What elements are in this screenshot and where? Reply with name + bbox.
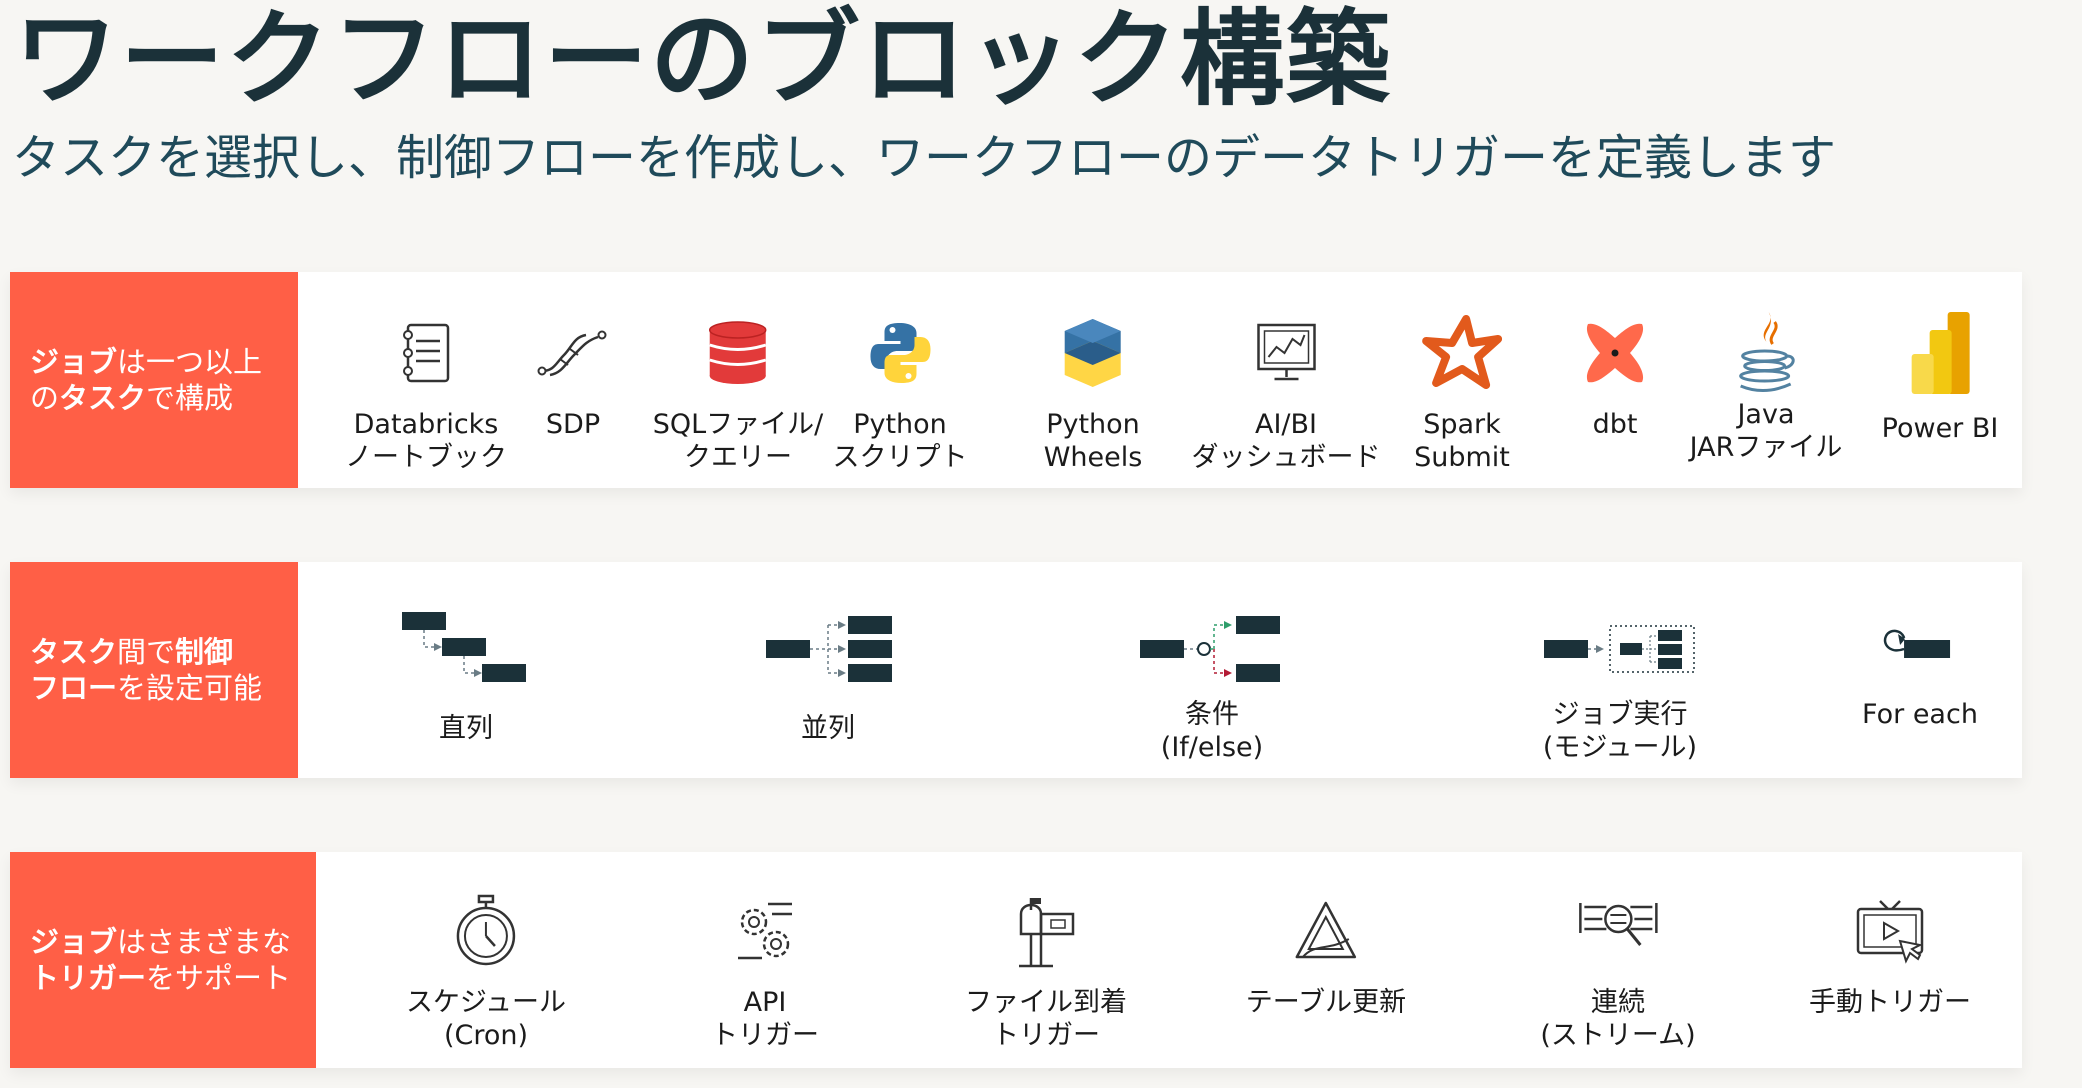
task-caption: Spark Submit xyxy=(1414,409,1510,473)
powerbi-icon xyxy=(1895,308,1985,398)
trigger-table-update[interactable]: テーブル更新 xyxy=(1246,852,1406,1068)
database-icon xyxy=(693,308,783,398)
task-python-wheels[interactable]: Python Wheels xyxy=(1043,272,1143,488)
flow-caption: ジョブ実行 (モジュール) xyxy=(1542,699,1698,763)
task-caption: Python スクリプト xyxy=(832,409,968,473)
task-aibi-dashboard[interactable]: AI/BI ダッシュボード xyxy=(1192,272,1381,488)
task-caption: Databricks ノートブック xyxy=(345,409,507,473)
control-flow-row-label: タスク間で制御 フローを設定可能 xyxy=(10,562,298,778)
notebook-icon xyxy=(381,308,471,398)
task-caption: Python Wheels xyxy=(1043,409,1143,473)
task-sdp[interactable]: SDP xyxy=(528,272,618,488)
trigger-api[interactable]: API トリガー xyxy=(711,852,819,1068)
run-job-icon xyxy=(1540,608,1700,688)
task-python-script[interactable]: Python スクリプト xyxy=(833,272,968,488)
trigger-manual[interactable]: 手動トリガー xyxy=(1809,852,1971,1068)
triggers-row-label: ジョブはさまざまな トリガーをサポート xyxy=(10,852,316,1068)
tasks-row-label: ジョブは一つ以上 のタスクで構成 xyxy=(10,272,298,488)
manual-trigger-icon xyxy=(1845,886,1935,976)
flow-run-job[interactable]: ジョブ実行 (モジュール) xyxy=(1540,562,1700,778)
api-gears-icon xyxy=(720,886,810,976)
spark-star-icon xyxy=(1417,308,1507,398)
trigger-caption: 連続 (ストリーム) xyxy=(1540,987,1696,1051)
flow-for-each[interactable]: For each xyxy=(1862,562,1978,778)
task-databricks-notebook[interactable]: Databricks ノートブック xyxy=(345,272,507,488)
trigger-schedule[interactable]: スケジュール (Cron) xyxy=(406,852,566,1068)
dashboard-icon xyxy=(1241,308,1331,398)
task-caption: dbt xyxy=(1592,409,1638,440)
page-subtitle: タスクを選択し、制御フローを作成し、ワークフローのデータトリガーを定義します xyxy=(12,130,1837,186)
pipeline-icon xyxy=(528,308,618,398)
python-wheel-icon xyxy=(1048,308,1138,398)
task-caption: Java JARファイル xyxy=(1689,399,1843,463)
sequential-flow-icon xyxy=(396,608,536,688)
triggers-row: ジョブはさまざまな トリガーをサポート スケジュール (Cron) API トリガー… xyxy=(10,852,2022,1068)
stream-icon xyxy=(1570,886,1666,976)
trigger-caption: 手動トリガー xyxy=(1809,987,1971,1018)
task-dbt[interactable]: dbt xyxy=(1570,272,1660,488)
task-caption: AI/BI ダッシュボード xyxy=(1191,409,1381,473)
task-spark-submit[interactable]: Spark Submit xyxy=(1414,272,1510,488)
trigger-file-arrival[interactable]: ファイル到着 トリガー xyxy=(965,852,1127,1068)
conditional-flow-icon xyxy=(1132,608,1292,688)
flow-parallel[interactable]: 並列 xyxy=(758,562,898,778)
parallel-flow-icon xyxy=(758,608,898,688)
stopwatch-icon xyxy=(441,886,531,976)
python-logo-icon xyxy=(855,308,945,398)
dbt-icon xyxy=(1570,308,1660,398)
task-caption: Power BI xyxy=(1881,413,1999,444)
task-caption: SDP xyxy=(545,409,601,440)
control-flow-row: タスク間で制御 フローを設定可能 直列 並列 条件 (If/else) ジョブ実行… xyxy=(10,562,2022,778)
task-sql-file[interactable]: SQLファイル/クエリー xyxy=(652,272,824,488)
flow-conditional[interactable]: 条件 (If/else) xyxy=(1132,562,1292,778)
task-java-jar[interactable]: Java JARファイル xyxy=(1689,272,1843,488)
flow-caption: For each xyxy=(1862,699,1978,730)
tasks-row: ジョブは一つ以上 のタスクで構成 Databricks ノートブック SDP SQ… xyxy=(10,272,2022,488)
mailbox-icon xyxy=(1001,886,1091,976)
trigger-caption: スケジュール (Cron) xyxy=(405,987,567,1051)
flow-sequential[interactable]: 直列 xyxy=(396,562,536,778)
flow-caption: 直列 xyxy=(439,713,493,744)
for-each-icon xyxy=(1870,608,1970,688)
trigger-continuous[interactable]: 連続 (ストリーム) xyxy=(1540,852,1696,1068)
flow-caption: 条件 (If/else) xyxy=(1160,699,1264,763)
trigger-caption: API トリガー xyxy=(711,987,819,1051)
task-caption: SQLファイル/クエリー xyxy=(652,409,824,473)
delta-table-icon xyxy=(1281,886,1371,976)
trigger-caption: ファイル到着 トリガー xyxy=(965,987,1127,1051)
task-power-bi[interactable]: Power BI xyxy=(1881,272,1999,488)
flow-caption: 並列 xyxy=(801,713,855,744)
java-icon xyxy=(1721,308,1811,398)
page-title: ワークフローのブロック構築 xyxy=(14,0,1393,120)
trigger-caption: テーブル更新 xyxy=(1245,987,1407,1018)
